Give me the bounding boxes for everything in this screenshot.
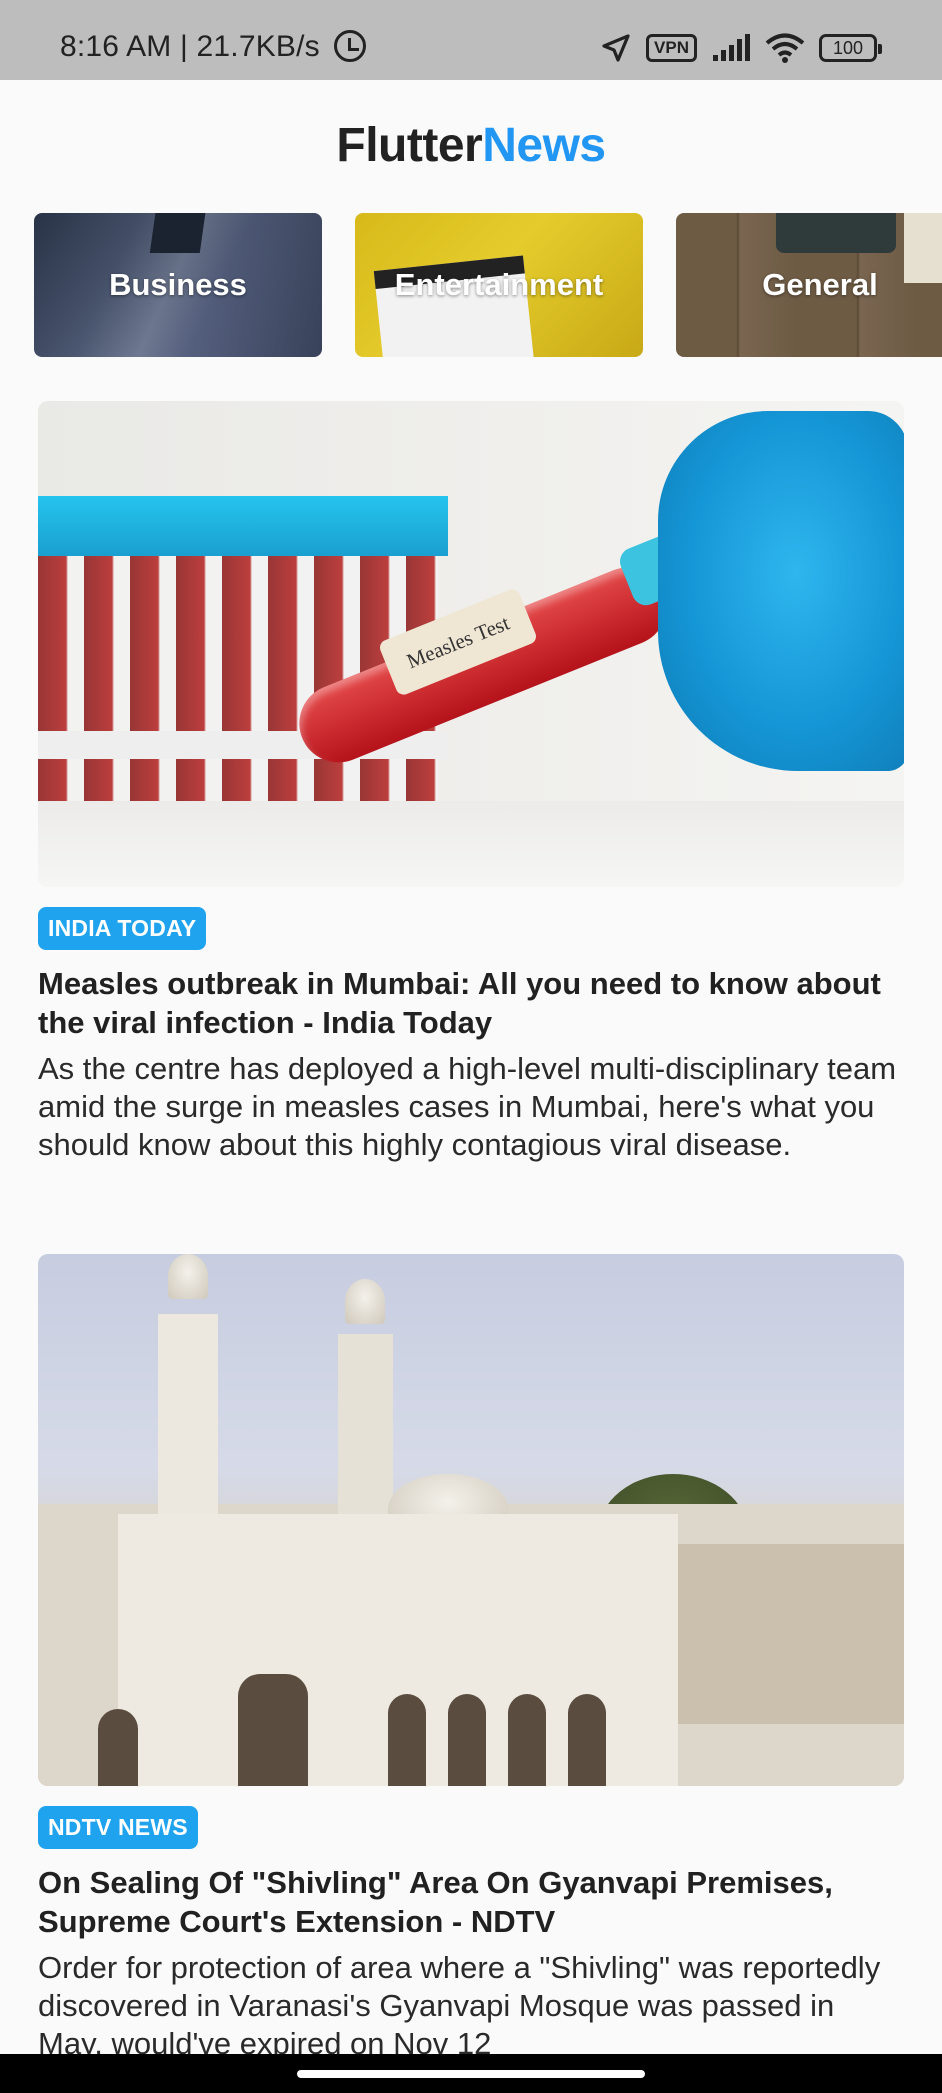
- battery-icon: 100: [819, 34, 882, 62]
- rack-caps: [38, 496, 448, 556]
- article-title[interactable]: Measles outbreak in Mumbai: All you need…: [38, 964, 904, 1042]
- navigation-bar: [0, 2054, 942, 2093]
- article-image[interactable]: [38, 1254, 904, 1786]
- category-label-general: General: [762, 267, 878, 302]
- article-image[interactable]: Measles Test: [38, 401, 904, 887]
- wifi-icon: [765, 33, 805, 63]
- gloved-hand: [658, 411, 904, 771]
- arch: [568, 1694, 606, 1786]
- article-title[interactable]: On Sealing Of "Shivling" Area On Gyanvap…: [38, 1863, 904, 1941]
- alarm-icon: [334, 30, 367, 62]
- dome: [168, 1254, 208, 1299]
- article-description: Order for protection of area where a "Sh…: [38, 1950, 881, 2061]
- vpn-icon: VPN: [646, 34, 697, 62]
- app-title: FlutterNews: [0, 118, 942, 173]
- category-card-business[interactable]: Business: [34, 213, 322, 357]
- category-label-entertainment: Entertainment: [394, 267, 604, 302]
- category-card-entertainment[interactable]: Entertainment: [355, 213, 643, 357]
- category-label-business: Business: [109, 267, 247, 302]
- arch: [98, 1709, 138, 1786]
- article-description: As the centre has deployed a high-level …: [38, 1051, 897, 1162]
- signal-icon: [713, 34, 750, 61]
- article-card[interactable]: Measles Test INDIA TODAY Measles outbrea…: [38, 401, 904, 1164]
- status-icons: VPN 100: [600, 30, 882, 66]
- status-time: 8:16 AM | 21.7KB/s: [60, 30, 367, 64]
- category-card-general[interactable]: General: [676, 213, 942, 357]
- source-badge: NDTV NEWS: [38, 1806, 198, 1849]
- arch: [508, 1694, 546, 1786]
- app-title-news: News: [482, 119, 606, 172]
- arch: [238, 1674, 308, 1786]
- dome: [345, 1279, 385, 1324]
- home-gesture-handle[interactable]: [297, 2070, 645, 2078]
- status-bar: 8:16 AM | 21.7KB/s VPN 100: [0, 0, 942, 80]
- arch: [388, 1694, 426, 1786]
- category-carousel[interactable]: Business Entertainment General: [34, 213, 942, 358]
- arch: [448, 1694, 486, 1786]
- source-badge: INDIA TODAY: [38, 907, 207, 950]
- app-title-flutter: Flutter: [336, 119, 483, 172]
- article-card[interactable]: NDTV NEWS On Sealing Of "Shivling" Area …: [38, 1254, 904, 2063]
- table-surface: [38, 801, 904, 887]
- location-arrow-icon: [602, 34, 630, 62]
- status-time-speed: 8:16 AM | 21.7KB/s: [60, 30, 320, 63]
